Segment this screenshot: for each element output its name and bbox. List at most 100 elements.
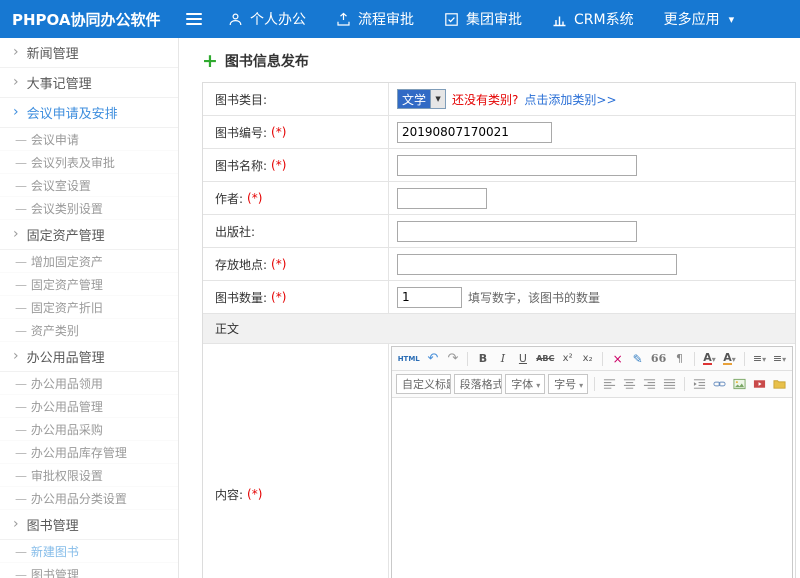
sidebar-item-meeting-apply[interactable]: 会议申请 [0,128,178,151]
chevron-right-icon [13,45,19,60]
align-right-button[interactable] [641,376,658,393]
custom-title-select[interactable]: 自定义标题 [396,374,451,394]
bold-button[interactable]: B [474,350,491,367]
nav-label: 集团审批 [466,9,522,29]
sidebar-item-supplies-manage[interactable]: 办公用品管理 [0,395,178,418]
html-source-button[interactable]: HTML [396,350,421,367]
sidebar-section-office-supplies[interactable]: 办公用品管理 [0,342,178,372]
label-text: 图书数量: [215,289,267,306]
label-text: 图书编号: [215,124,267,141]
toolbar-divider [594,377,595,391]
sidebar-item-label: 办公用品领用 [15,375,103,392]
sidebar-item-label: 审批权限设置 [15,467,103,484]
italic-button[interactable]: I [494,350,511,367]
nav-label: 更多应用 [664,9,720,29]
image-button[interactable] [731,376,748,393]
ordered-list-button[interactable]: ≡ [751,350,768,367]
sidebar-item-supplies-claim[interactable]: 办公用品领用 [0,372,178,395]
content-control: HTML ↶ ↷ B I U ABC x² x₂ × ✎ [389,344,795,578]
sidebar-item-asset-depreciation[interactable]: 固定资产折旧 [0,296,178,319]
paragraph-button[interactable]: ¶ [671,350,688,367]
redo-button[interactable]: ↷ [444,350,461,367]
author-control [389,182,795,214]
format-painter-button[interactable]: ✎ [629,350,646,367]
select-label: 段落格式 [460,376,503,392]
quantity-input[interactable] [397,287,462,308]
chevron-right-icon [13,75,19,90]
font-size-select[interactable]: 字号 [548,374,588,394]
align-center-button[interactable] [621,376,638,393]
underline-button[interactable]: U [514,350,531,367]
sidebar-item-meeting-list[interactable]: 会议列表及审批 [0,151,178,174]
label-text: 内容: [215,486,243,503]
font-color-button[interactable]: A [701,350,718,367]
sidebar-item-meeting-category[interactable]: 会议类别设置 [0,197,178,220]
sidebar-section-books[interactable]: 图书管理 [0,510,178,540]
link-button[interactable] [711,376,728,393]
paragraph-format-select[interactable]: 段落格式 [454,374,503,394]
quantity-label: 图书数量: (*) [203,281,389,313]
publisher-input[interactable] [397,221,637,242]
book-name-input[interactable] [397,155,637,176]
sidebar-item-book-new[interactable]: 新建图书 [0,540,178,563]
sidebar-item-approval-permission[interactable]: 审批权限设置 [0,464,178,487]
align-justify-button[interactable] [661,376,678,393]
font-family-select[interactable]: 字体 [505,374,545,394]
sidebar-section-news[interactable]: 新闻管理 [0,38,178,68]
location-control [389,248,795,280]
blockquote-button[interactable]: 66 [649,350,668,367]
book-no-input[interactable] [397,122,552,143]
sidebar-item-asset-category[interactable]: 资产类别 [0,319,178,342]
sidebar-section-meeting[interactable]: 会议申请及安排 [0,98,178,128]
attach-button[interactable] [771,376,788,393]
undo-button[interactable]: ↶ [424,350,441,367]
strikethrough-button[interactable]: ABC [534,350,556,367]
subscript-button[interactable]: x₂ [579,350,596,367]
toolbar-divider [602,352,603,366]
required-mark: (*) [271,257,286,271]
publisher-control [389,215,795,247]
nav-workflow-approval[interactable]: 流程审批 [336,9,414,29]
category-select[interactable]: 文学 [397,89,446,109]
sidebar-item-supplies-stock[interactable]: 办公用品库存管理 [0,441,178,464]
sidebar-item-label: 固定资产管理 [15,276,103,293]
editor-content-area[interactable] [392,398,792,578]
caret-down-icon [536,378,540,391]
nav-group-approval[interactable]: 集团审批 [444,9,522,29]
sidebar-section-memorabilia[interactable]: 大事记管理 [0,68,178,98]
form-row-author: 作者: (*) [203,182,795,215]
nav-more-apps[interactable]: 更多应用 [664,9,735,29]
highlight-color-glyph: A [723,352,732,365]
sidebar-item-asset-manage[interactable]: 固定资产管理 [0,273,178,296]
caret-down-icon [732,352,736,365]
remove-format-button[interactable]: × [609,350,626,367]
highlight-color-button[interactable]: A [721,350,738,367]
user-icon [228,12,243,27]
superscript-button[interactable]: x² [559,350,576,367]
unordered-list-button[interactable]: ≡ [771,350,788,367]
align-left-button[interactable] [601,376,618,393]
label-text: 出版社: [215,223,255,240]
sidebar-item-supplies-category[interactable]: 办公用品分类设置 [0,487,178,510]
nav-crm-system[interactable]: CRM系统 [552,9,634,29]
location-input[interactable] [397,254,677,275]
nav-label: 流程审批 [358,9,414,29]
sidebar-item-supplies-purchase[interactable]: 办公用品采购 [0,418,178,441]
sidebar-item-meeting-room[interactable]: 会议室设置 [0,174,178,197]
sidebar-item-book-manage[interactable]: 图书管理 [0,563,178,578]
nav-label: 个人办公 [250,9,306,29]
menu-icon[interactable] [172,13,216,25]
quantity-control: 填写数字，该图书的数量 [389,281,795,313]
caret-down-icon [579,378,583,391]
media-button[interactable] [751,376,768,393]
unordered-list-glyph: ≡ [773,352,782,365]
nav-personal-office[interactable]: 个人办公 [228,9,306,29]
app-logo: PHPOA协同办公软件 [0,9,172,30]
sidebar-item-asset-add[interactable]: 增加固定资产 [0,250,178,273]
book-no-label: 图书编号: (*) [203,116,389,148]
add-category-link[interactable]: 点击添加类别>> [524,91,616,108]
indent-button[interactable] [691,376,708,393]
author-input[interactable] [397,188,487,209]
category-label: 图书类目: [203,83,389,115]
sidebar-section-fixed-assets[interactable]: 固定资产管理 [0,220,178,250]
